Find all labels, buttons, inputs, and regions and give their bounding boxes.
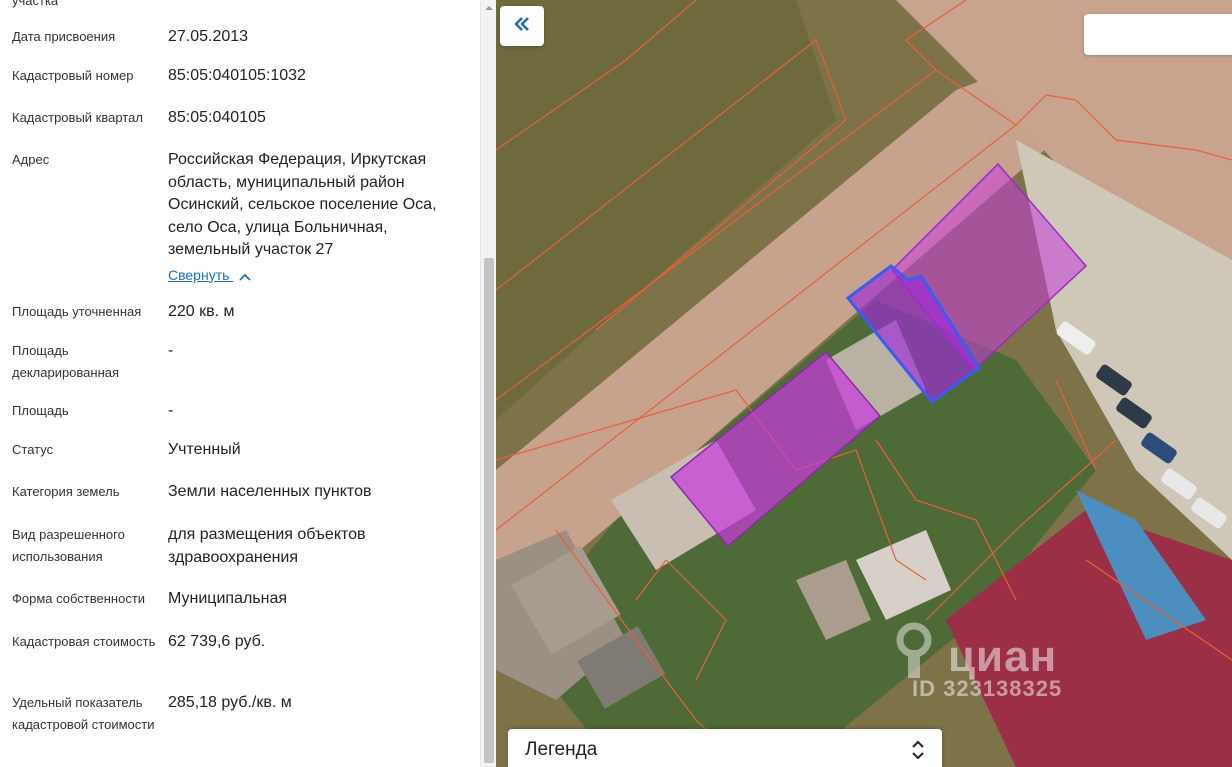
field-label: Вид разрешенного использования bbox=[12, 527, 125, 564]
field-label: Площадь декларированная bbox=[12, 343, 120, 380]
field-label: Удельный показатель кадастровой стоимост… bbox=[12, 695, 155, 732]
address-block: Российская Федерация, Иркутская область,… bbox=[168, 149, 468, 287]
field-value: Муниципальная bbox=[168, 590, 288, 607]
scrollbar-thumb[interactable] bbox=[484, 258, 494, 763]
field-label: Форма собственности bbox=[12, 591, 146, 606]
field-label: Кадастровая стоимость bbox=[12, 634, 156, 649]
field-value: 285,18 руб./кв. м bbox=[168, 694, 292, 711]
field-value: Российская Федерация, Иркутская область,… bbox=[168, 151, 437, 258]
collapse-link-label[interactable]: Свернуть bbox=[168, 267, 229, 283]
chevron-up-icon[interactable] bbox=[239, 265, 251, 288]
field-label: участка bbox=[12, 0, 59, 8]
collapse-address-link[interactable]: Свернуть bbox=[168, 264, 251, 288]
field-value: - bbox=[168, 342, 174, 359]
field-label: Площадь уточненная bbox=[12, 304, 142, 319]
field-label: Дата присвоения bbox=[12, 29, 116, 44]
double-chevron-left-icon[interactable] bbox=[514, 16, 530, 36]
cadastral-map[interactable]: циан ID 323138325 Легенда bbox=[496, 0, 1232, 767]
field-value: Учтенный bbox=[168, 441, 241, 458]
map-search-input[interactable] bbox=[1084, 14, 1232, 55]
field-label: Кадастровый номер bbox=[12, 68, 134, 83]
field-value: - bbox=[168, 402, 174, 419]
field-value: 62 739,6 руб. bbox=[168, 633, 266, 650]
field-value[interactable]: 85:05:040105 bbox=[168, 107, 468, 130]
field-value: для размещения объектов здравоохранения bbox=[168, 526, 366, 566]
field-label: Площадь bbox=[12, 403, 69, 418]
satellite-image bbox=[496, 0, 1232, 767]
field-label: Статус bbox=[12, 442, 54, 457]
field-label: Адрес bbox=[12, 152, 50, 167]
collapse-panel-button[interactable] bbox=[500, 6, 544, 46]
field-value: Земли населенных пунктов bbox=[168, 483, 372, 500]
field-value: 27.05.2013 bbox=[168, 28, 249, 45]
field-value: 220 кв. м bbox=[168, 303, 235, 320]
panel-scrollbar[interactable] bbox=[480, 0, 496, 767]
legend-toggle[interactable]: Легенда bbox=[508, 729, 942, 767]
watermark-id: ID 323138325 bbox=[912, 676, 1063, 701]
watermark-brand: циан bbox=[948, 632, 1058, 681]
field-label: Кадастровый квартал bbox=[12, 110, 143, 125]
legend-label[interactable]: Легенда bbox=[525, 739, 597, 761]
field-value[interactable]: 85:05:040105:1032 bbox=[168, 65, 468, 88]
scroll-up-arrow-icon[interactable] bbox=[481, 0, 497, 16]
chevron-up-down-icon[interactable] bbox=[912, 739, 924, 766]
info-panel: участка Дата присвоения 27.05.2013 Кадас… bbox=[0, 0, 482, 767]
field-label: Категория земель bbox=[12, 484, 120, 499]
